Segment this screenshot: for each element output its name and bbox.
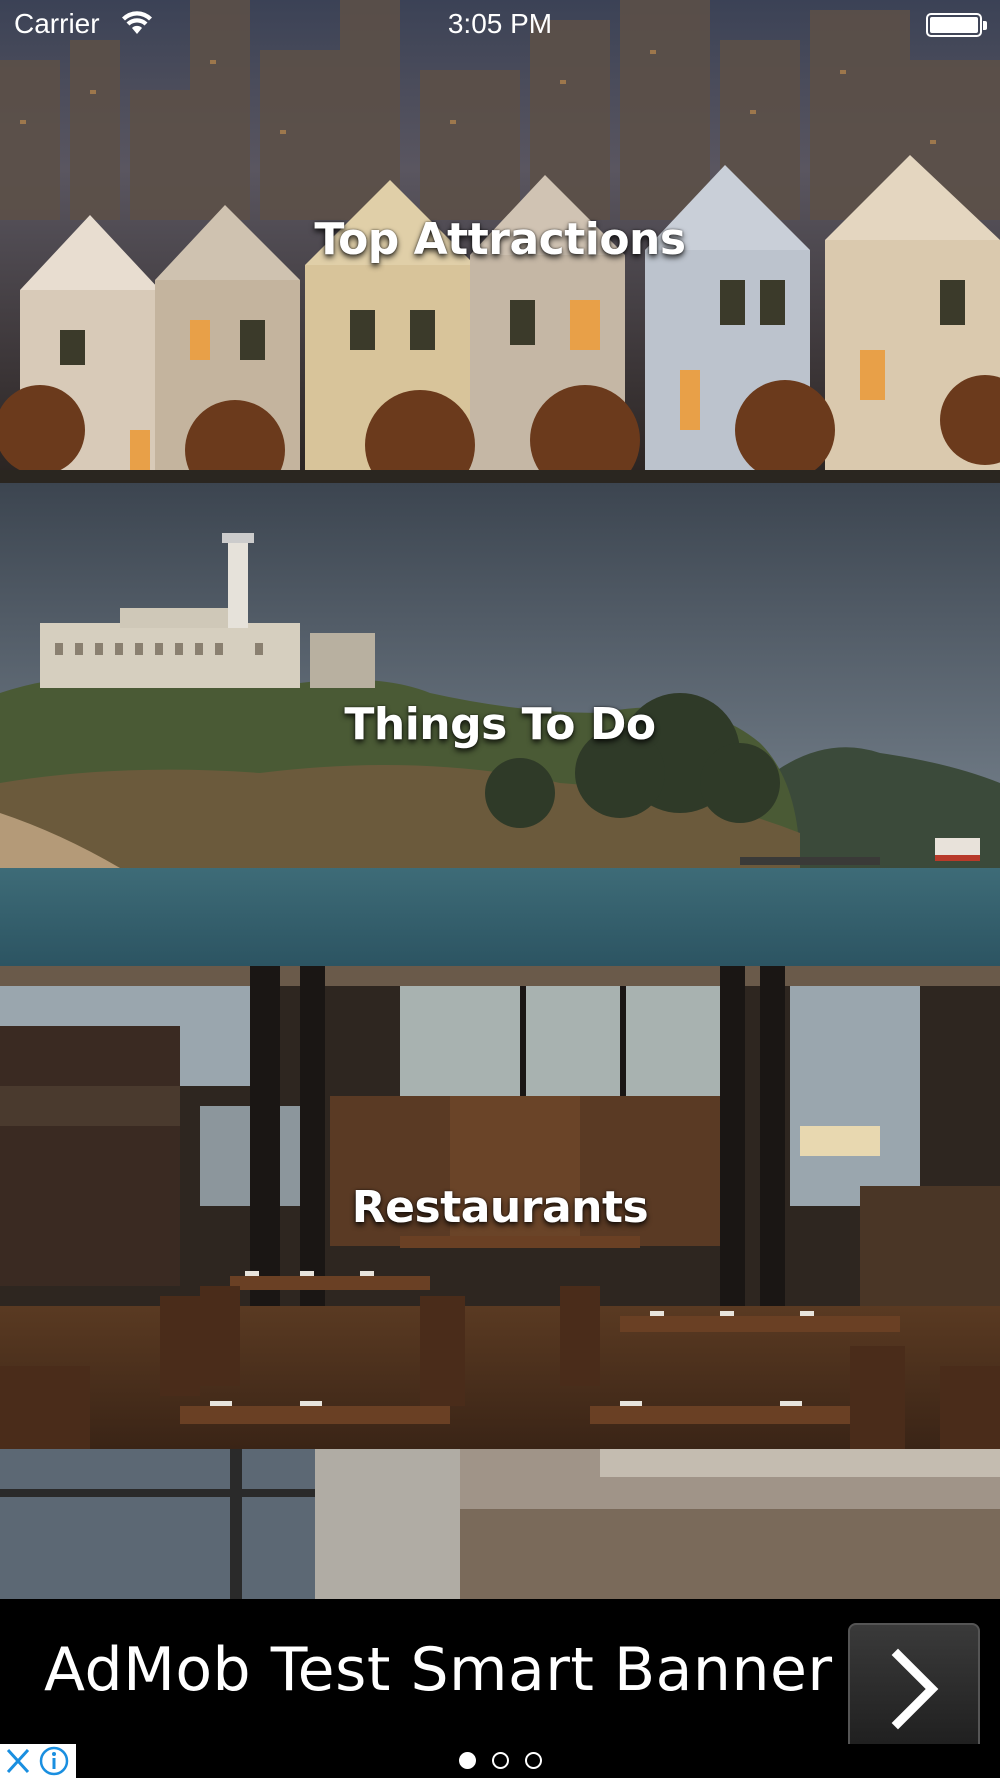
chevron-right-icon (891, 1648, 939, 1730)
ad-footer (0, 1744, 1000, 1778)
status-time: 3:05 PM (447, 8, 553, 39)
ad-text: AdMob Test Smart Banner (44, 1635, 833, 1705)
page-dot[interactable] (524, 1752, 542, 1769)
category-top-attractions[interactable]: Top Attractions (0, 0, 1000, 483)
category-things-to-do[interactable]: Things To Do (0, 483, 1000, 966)
partial-category-image (0, 1449, 1000, 1599)
status-bar: Carrier 3:05 PM (0, 0, 1000, 50)
ad-banner[interactable]: AdMob Test Smart Banner (0, 1599, 1000, 1755)
page-dot[interactable] (491, 1752, 509, 1769)
category-label: Things To Do (344, 699, 656, 750)
category-label: Restaurants (351, 1182, 649, 1233)
category-label: Top Attractions (314, 214, 686, 265)
page-indicator[interactable] (0, 1752, 1000, 1769)
category-restaurants[interactable]: Restaurants (0, 966, 1000, 1449)
category-hotels-partial[interactable] (0, 1449, 1000, 1599)
page-dot[interactable] (458, 1752, 476, 1769)
ad-cta-button[interactable] (848, 1623, 980, 1755)
battery-icon (926, 13, 987, 37)
